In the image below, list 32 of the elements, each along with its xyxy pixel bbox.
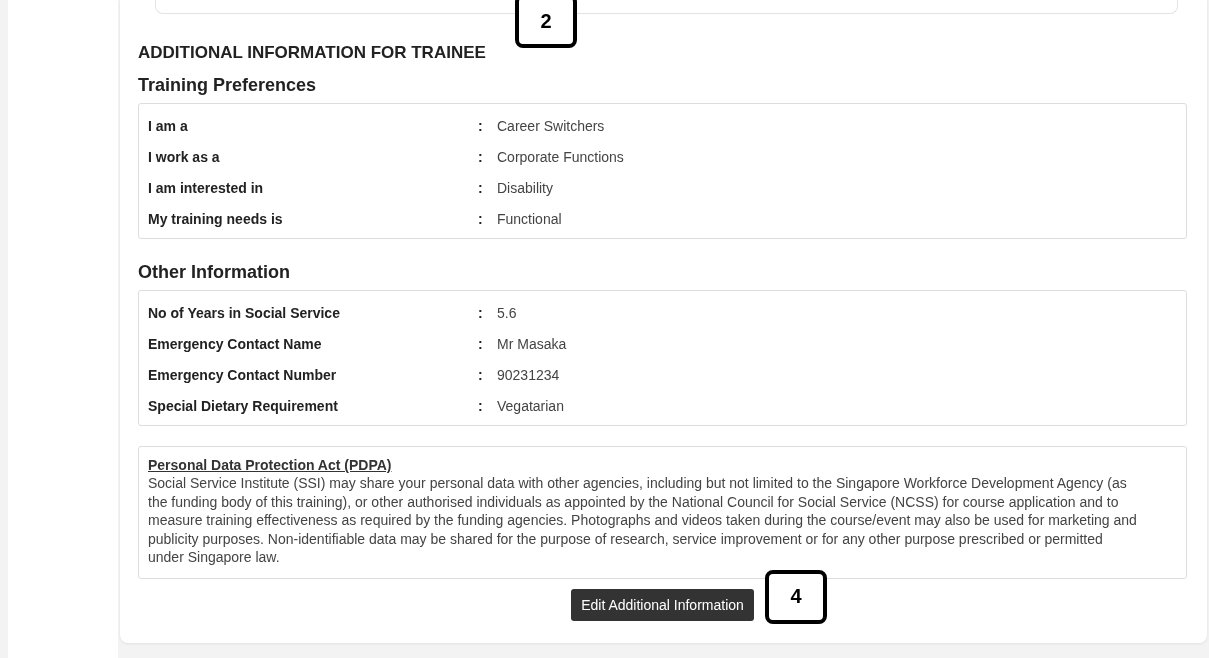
field-value: Mr Masaka <box>497 335 568 352</box>
field-value: Functional <box>497 210 563 227</box>
callout-number: 2 <box>515 0 577 48</box>
edit-button[interactable]: Edit Additional Information <box>571 588 754 621</box>
separator: : <box>478 397 484 414</box>
pdpa-text: Social Service Institute (SSI) may share your personal data with other agencies, including but not limited to the Singapore Workforce Development Agency (as the funding body of this training), or other authorised individuals as appointed by the National Council for Social Service (NCSS) for course application and to measure training effectiveness as required by the funding agencies. Photographs and videos taken during the course/event may also be used for marketing and publicity purposes. Non-identifiable data may be shared for the purpose of research, service improvement or for any other purpose prescribed or permitted under Singapore law. <box>148 474 1138 567</box>
field-value: Corporate Functions <box>497 148 625 165</box>
separator: : <box>478 210 484 227</box>
separator: : <box>478 304 484 321</box>
field-value: Disability <box>497 179 554 196</box>
section-heading: ADDITIONAL INFORMATION FOR TRAINEE <box>138 43 486 63</box>
field-label: I am interested in <box>148 179 265 196</box>
field-label: Special Dietary Requirement <box>148 397 339 414</box>
separator: : <box>478 148 484 165</box>
callout-number: 4 <box>765 569 827 624</box>
pdpa-title: Personal Data Protection Act (PDPA) <box>148 457 392 473</box>
separator: : <box>478 335 484 352</box>
subsection-title: Other Information <box>138 262 290 284</box>
field-label: Emergency Contact Number <box>148 366 338 383</box>
separator: : <box>478 366 484 383</box>
field-value: 90231234 <box>497 366 561 383</box>
field-label: I work as a <box>148 148 221 165</box>
separator: : <box>478 179 484 196</box>
subsection-title: Training Preferences <box>138 75 317 97</box>
field-label: No of Years in Social Service <box>148 304 341 321</box>
field-value: 5.6 <box>497 304 518 321</box>
field-label: I am a <box>148 117 189 134</box>
field-value: Vegatarian <box>497 397 565 414</box>
field-label: Emergency Contact Name <box>148 335 323 352</box>
field-label: My training needs is <box>148 210 284 227</box>
separator: : <box>478 117 484 134</box>
field-value: Career Switchers <box>497 117 606 134</box>
